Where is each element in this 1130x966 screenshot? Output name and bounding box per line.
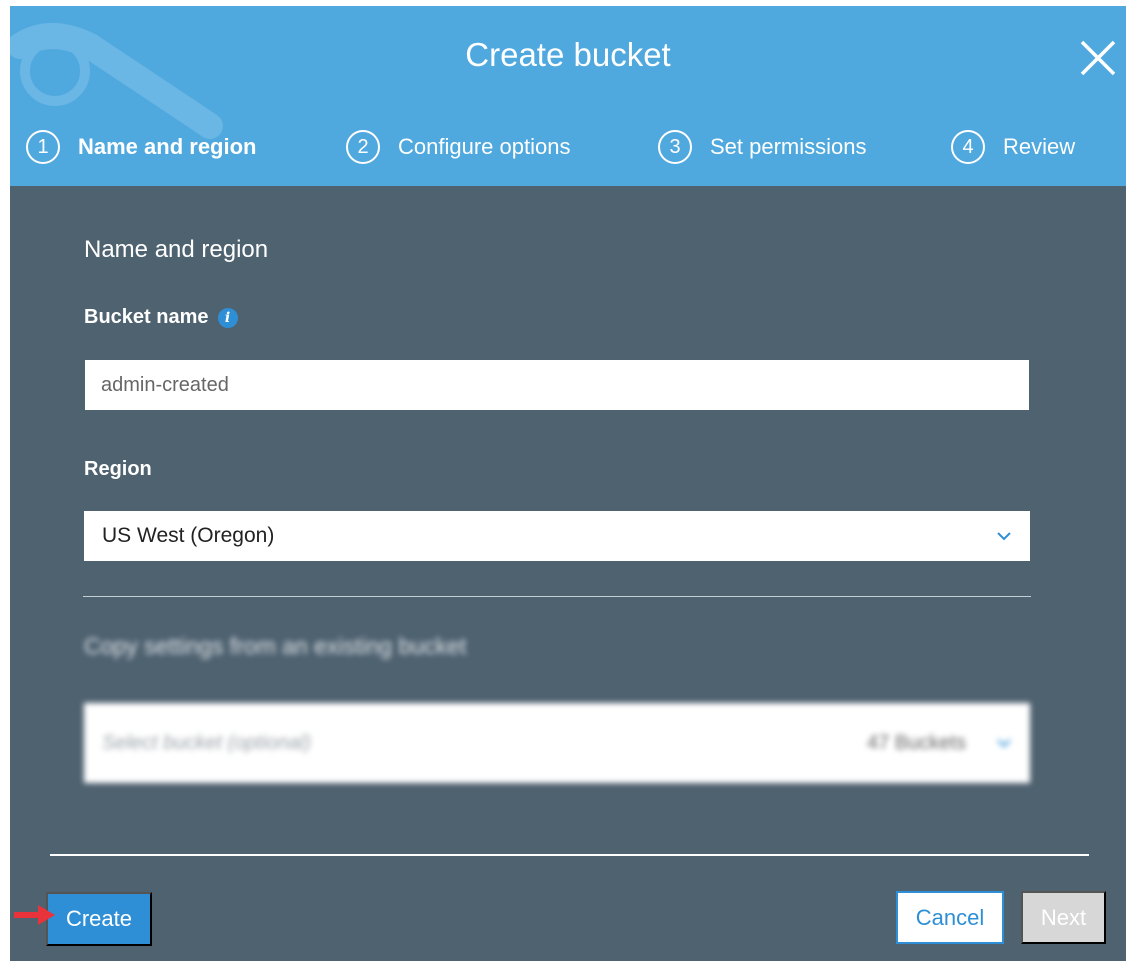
copy-settings-title: Copy settings from an existing bucket [84, 633, 467, 659]
step-label: Review [1003, 134, 1076, 159]
section-divider [83, 596, 1031, 597]
step-label: Configure options [398, 134, 571, 159]
step-label: Set permissions [710, 134, 867, 159]
bucket-count: 47 Buckets [867, 731, 966, 754]
region-select-value: US West (Oregon) [102, 524, 275, 547]
create-bucket-dialog: Create bucket 1 Name and region 2 Config… [10, 6, 1126, 961]
create-button[interactable]: Create [46, 892, 152, 946]
step-configure-options[interactable]: 2 Configure options [346, 127, 570, 167]
step-set-permissions[interactable]: 3 Set permissions [658, 127, 867, 167]
copy-bucket-placeholder: Select bucket (optional) [102, 731, 312, 754]
bucket-name-label-text: Bucket name [84, 306, 209, 328]
dialog-title: Create bucket [465, 36, 671, 73]
copy-bucket-select[interactable]: Select bucket (optional) 47 Buckets [84, 703, 1030, 783]
close-button[interactable] [1076, 36, 1120, 80]
bucket-name-input[interactable] [85, 360, 1029, 410]
step-number: 1 [26, 130, 60, 164]
step-label: Name and region [78, 134, 257, 159]
step-number: 4 [951, 130, 985, 164]
step-review[interactable]: 4 Review [951, 127, 1075, 167]
info-icon[interactable]: i [217, 307, 238, 328]
step-number: 3 [658, 130, 692, 164]
step-number: 2 [346, 130, 380, 164]
chevron-down-icon [997, 739, 1011, 748]
close-icon [1080, 40, 1116, 76]
chevron-down-icon [997, 532, 1011, 541]
footer-divider [50, 854, 1089, 856]
cancel-button[interactable]: Cancel [896, 891, 1004, 944]
section-title: Name and region [84, 236, 269, 263]
region-label: Region [84, 458, 152, 480]
next-button[interactable]: Next [1021, 891, 1106, 944]
dialog-header: Create bucket 1 Name and region 2 Config… [10, 6, 1126, 186]
region-select[interactable]: US West (Oregon) [84, 511, 1030, 561]
annotation-arrow-icon [14, 905, 55, 925]
bucket-name-label: Bucket name i [84, 306, 238, 329]
step-name-and-region[interactable]: 1 Name and region [26, 127, 256, 167]
